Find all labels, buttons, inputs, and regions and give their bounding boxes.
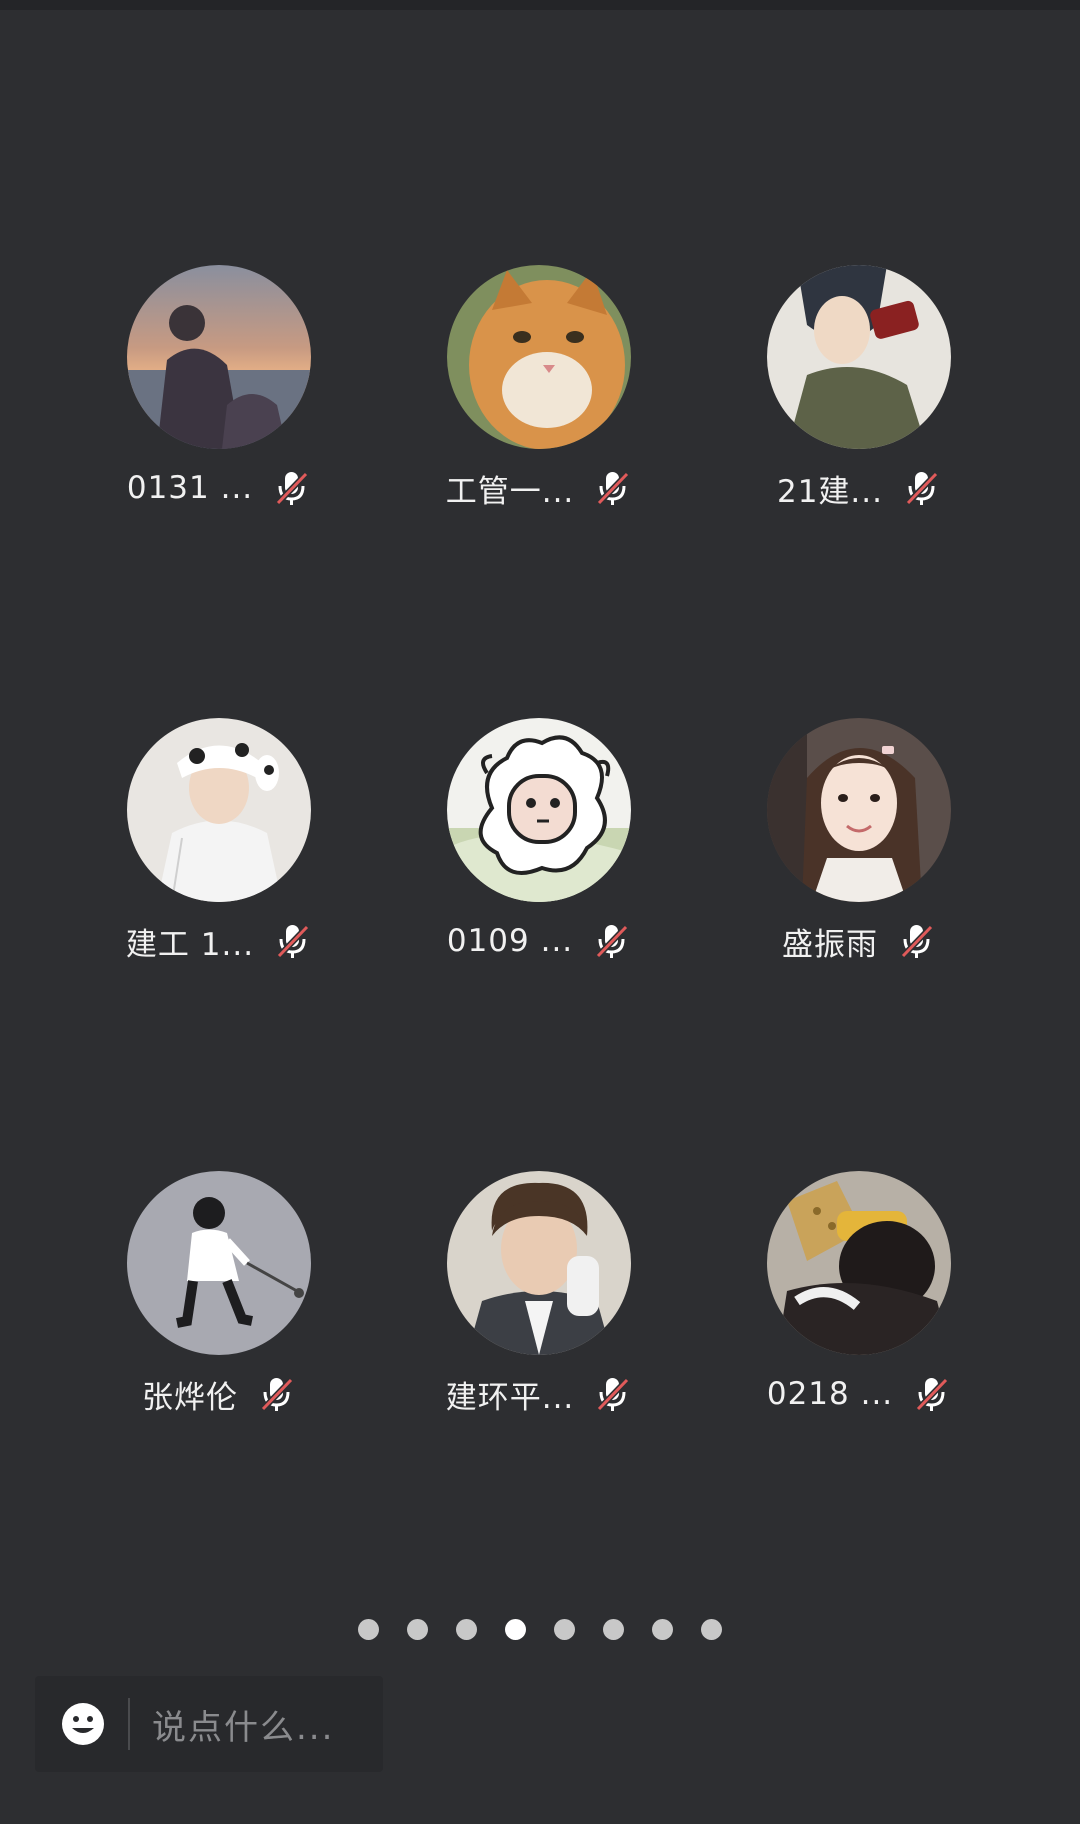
mic-muted-icon [276,924,310,959]
page-indicator [0,1618,1080,1640]
participant-name: 张烨伦 [142,1379,238,1416]
mic-muted-icon [275,471,309,506]
emoji-icon[interactable] [60,1701,106,1747]
participant-grid: 0131 ... 工管一... 21建... 建工 1... 0109 ... … [0,0,1080,1500]
participant-tile[interactable]: 盛振雨 [697,718,997,978]
participant-name: 盛振雨 [782,926,878,963]
participant-tile[interactable]: 建环平... [377,1171,677,1431]
mic-muted-icon [595,924,629,959]
divider [128,1698,130,1750]
mic-muted-icon [915,1377,949,1412]
mic-muted-icon [597,471,630,506]
page-dot[interactable] [603,1618,624,1640]
participant-tile[interactable]: 0109 ... [377,718,677,978]
participant-tile[interactable]: 建工 1... [57,718,357,978]
avatar[interactable] [127,265,311,449]
page-dot[interactable] [652,1618,673,1640]
page-dot[interactable] [456,1618,477,1640]
participant-name: 建环平... [445,1379,575,1416]
participant-name: 0218 ... [766,1376,894,1412]
participant-tile[interactable]: 工管一... [377,265,677,525]
chat-input-placeholder[interactable]: 说点什么... [152,1700,334,1749]
mic-muted-icon [905,471,939,506]
page-dot[interactable] [554,1618,575,1640]
mic-muted-icon [260,1377,294,1412]
avatar[interactable] [767,1171,951,1355]
participant-name: 0131 ... [126,470,254,506]
mic-muted-icon [597,1377,630,1412]
participant-name: 0109 ... [446,923,574,959]
avatar[interactable] [767,718,951,902]
participant-name: 21建... [776,473,883,510]
page-dot[interactable] [358,1618,379,1640]
avatar[interactable] [447,265,631,449]
avatar[interactable] [127,1171,311,1355]
participant-name: 建工 1... [125,926,255,963]
avatar[interactable] [447,718,631,902]
chat-input-bar[interactable]: 说点什么... [35,1676,383,1772]
participant-tile[interactable]: 0218 ... [697,1171,997,1431]
mic-muted-icon [900,924,934,959]
page-dot-active[interactable] [505,1618,526,1640]
page-dot[interactable] [407,1618,428,1640]
avatar[interactable] [127,718,311,902]
avatar[interactable] [767,265,951,449]
participant-name: 工管一... [445,473,575,510]
participant-tile[interactable]: 21建... [697,265,997,525]
avatar[interactable] [447,1171,631,1355]
participant-tile[interactable]: 0131 ... [57,265,357,525]
participant-tile[interactable]: 张烨伦 [57,1171,357,1431]
page-dot[interactable] [701,1618,722,1640]
